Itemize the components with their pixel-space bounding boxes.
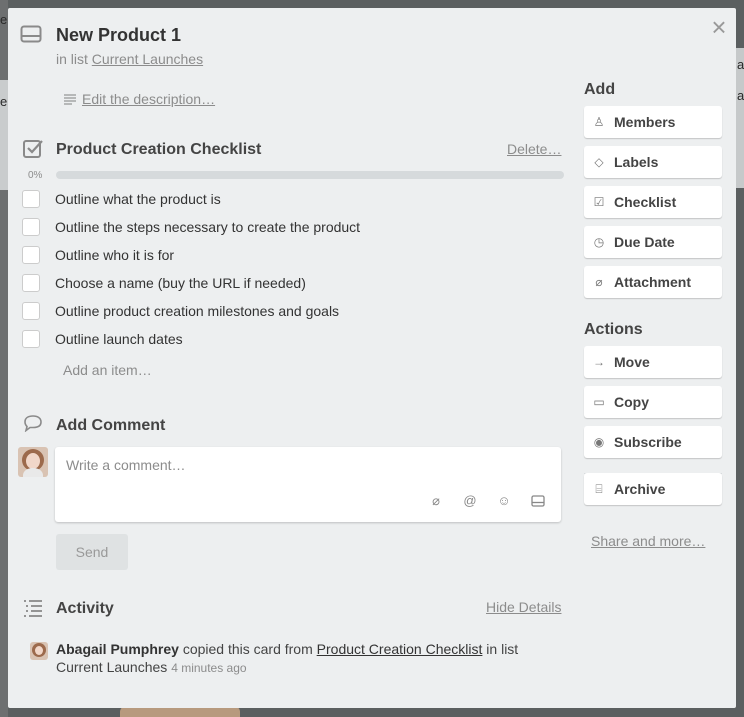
add-item-link[interactable]: Add an item… xyxy=(63,362,152,378)
due-date-label: Due Date xyxy=(614,234,675,250)
archive-button[interactable]: ⌸ Archive xyxy=(584,473,722,505)
background-text: a xyxy=(737,88,744,103)
checkbox[interactable] xyxy=(22,218,40,236)
activity-title: Activity xyxy=(56,600,114,617)
members-button[interactable]: ♙ Members xyxy=(584,106,722,138)
subscribe-label: Subscribe xyxy=(614,434,682,450)
background-text: a xyxy=(737,57,744,72)
checkbox[interactable] xyxy=(22,190,40,208)
checklist-item: Outline the steps necessary to create th… xyxy=(22,216,360,238)
card-title[interactable]: New Product 1 xyxy=(56,25,181,46)
archive-label: Archive xyxy=(614,481,666,497)
copy-button[interactable]: ▭ Copy xyxy=(584,386,722,418)
checkbox-icon: ☑ xyxy=(593,195,605,209)
tag-icon: ◇ xyxy=(594,155,604,169)
checkbox[interactable] xyxy=(22,246,40,264)
checkbox[interactable] xyxy=(22,274,40,292)
copy-label: Copy xyxy=(614,394,649,410)
activity-entry-line2: Current Launches 4 minutes ago xyxy=(56,659,247,675)
checklist-item-text[interactable]: Outline who it is for xyxy=(55,247,174,263)
checklist-item: Outline who it is for xyxy=(22,244,174,266)
attachment-button[interactable]: ⌀ Attachment xyxy=(584,266,722,298)
checklist-label: Checklist xyxy=(614,194,677,210)
comment-icon xyxy=(24,415,42,432)
description-icon xyxy=(64,93,76,105)
checklist-button[interactable]: ☑ Checklist xyxy=(584,186,722,218)
edit-description-label: Edit the description… xyxy=(82,91,216,107)
clock-icon: ◷ xyxy=(593,235,605,249)
background-text: e xyxy=(0,12,8,27)
card-detail-modal: × New Product 1 in list Current Launches… xyxy=(8,8,736,708)
share-and-more-link[interactable]: Share and more… xyxy=(591,533,705,549)
activity-avatar xyxy=(30,642,48,660)
eye-icon: ◉ xyxy=(593,435,605,449)
checklist-item: Outline product creation milestones and … xyxy=(22,300,339,322)
checklist-title[interactable]: Product Creation Checklist xyxy=(56,141,261,159)
checklist-percent: 0% xyxy=(28,170,43,181)
delete-checklist-link[interactable]: Delete… xyxy=(507,141,561,157)
add-section-title: Add xyxy=(584,81,616,98)
activity-source-link[interactable]: Product Creation Checklist xyxy=(317,641,483,657)
in-list-prefix: in list xyxy=(56,51,88,67)
activity-icon xyxy=(24,600,42,617)
checklist-icon xyxy=(23,140,43,158)
send-button[interactable]: Send xyxy=(56,534,128,570)
emoji-icon[interactable]: ☺ xyxy=(497,494,511,508)
comment-placeholder: Write a comment… xyxy=(66,457,186,473)
move-label: Move xyxy=(614,354,650,370)
checklist-item: Outline what the product is xyxy=(22,188,221,210)
checkbox[interactable] xyxy=(22,330,40,348)
archive-icon: ⌸ xyxy=(595,481,603,496)
card-icon: ▭ xyxy=(593,395,605,409)
close-icon[interactable]: × xyxy=(708,14,730,40)
activity-list[interactable]: Current Launches xyxy=(56,659,167,675)
comment-input[interactable]: Write a comment… ⌀ @ ☺ xyxy=(55,447,561,522)
activity-entry: Abagail Pumphrey copied this card from P… xyxy=(56,641,518,657)
attachment-label: Attachment xyxy=(614,274,692,290)
card-icon xyxy=(20,25,42,43)
edit-description-link[interactable]: Edit the description… xyxy=(64,91,215,107)
checklist-item-text[interactable]: Choose a name (buy the URL if needed) xyxy=(55,275,306,291)
attachment-icon[interactable]: ⌀ xyxy=(429,494,443,508)
checklist-item: Choose a name (buy the URL if needed) xyxy=(22,272,306,294)
labels-label: Labels xyxy=(614,154,659,170)
subscribe-button[interactable]: ◉ Subscribe xyxy=(584,426,722,458)
list-link[interactable]: Current Launches xyxy=(92,51,203,67)
members-label: Members xyxy=(614,114,676,130)
checklist-item: Outline launch dates xyxy=(22,328,183,350)
due-date-button[interactable]: ◷ Due Date xyxy=(584,226,722,258)
checklist-item-text[interactable]: Outline product creation milestones and … xyxy=(55,303,339,319)
avatar xyxy=(18,447,48,477)
move-button[interactable]: → Move xyxy=(584,346,722,378)
activity-time[interactable]: 4 minutes ago xyxy=(171,661,246,675)
mention-icon[interactable]: @ xyxy=(463,494,477,508)
background-text: e xyxy=(0,94,8,109)
arrow-right-icon: → xyxy=(593,355,605,369)
checklist-progress-bar xyxy=(56,171,564,179)
actions-section-title: Actions xyxy=(584,321,643,338)
labels-button[interactable]: ◇ Labels xyxy=(584,146,722,178)
checklist-item-text[interactable]: Outline the steps necessary to create th… xyxy=(55,219,360,235)
activity-user[interactable]: Abagail Pumphrey xyxy=(56,641,179,657)
hide-details-link[interactable]: Hide Details xyxy=(486,599,561,615)
card-icon[interactable] xyxy=(531,494,545,508)
checklist-item-text[interactable]: Outline launch dates xyxy=(55,331,183,347)
person-icon: ♙ xyxy=(593,115,605,129)
checkbox[interactable] xyxy=(22,302,40,320)
card-list-info: in list Current Launches xyxy=(56,51,203,67)
paperclip-icon: ⌀ xyxy=(595,275,603,289)
checklist-item-text[interactable]: Outline what the product is xyxy=(55,191,221,207)
activity-in-list: in list xyxy=(486,641,519,657)
activity-action: copied this card from xyxy=(182,641,313,657)
add-comment-title: Add Comment xyxy=(56,417,166,434)
